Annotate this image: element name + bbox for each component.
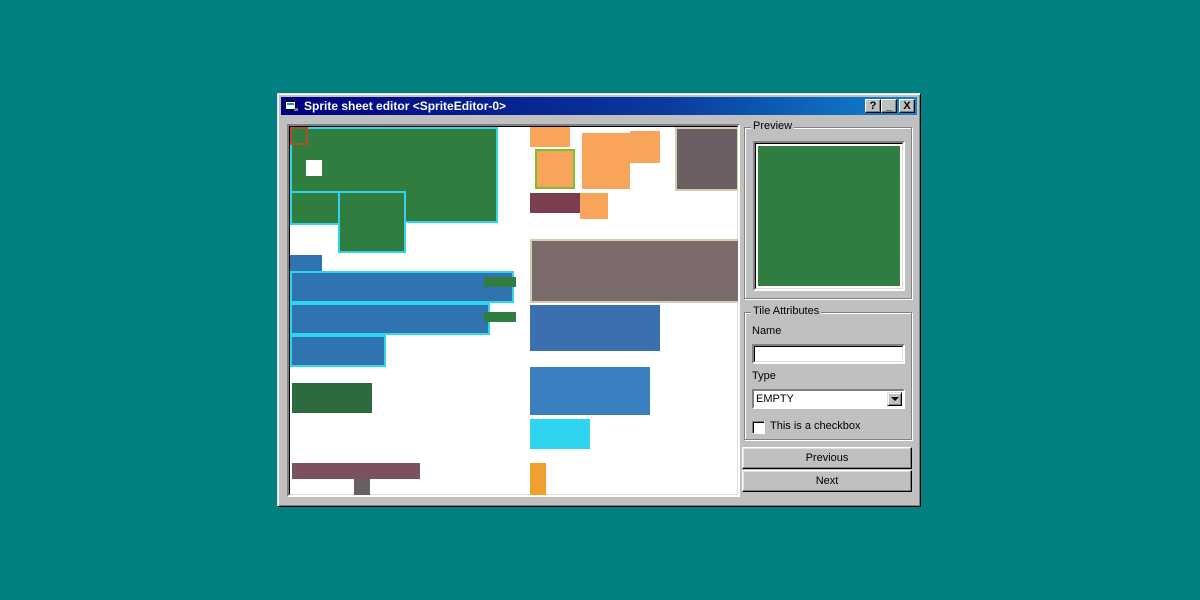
preview-group-label: Preview [751,120,795,132]
grass-hole [306,160,322,176]
checkbox-label[interactable]: This is a checkbox [770,420,860,432]
unit-sprites [530,367,650,415]
title-bar[interactable]: Sprite sheet editor <SpriteEditor-0> ? _… [281,97,917,115]
water-island [484,277,516,287]
water-tiles [290,303,490,335]
sprite-sheet-canvas[interactable] [287,124,740,497]
title-bar-controls: ? _ X [865,99,915,113]
tile-attributes-group: Tile Attributes Name Type EMPTY This is … [744,305,912,440]
next-button[interactable]: Next [742,470,912,492]
grass-tiles [290,191,340,225]
grass-tiles [338,191,406,253]
water-tiles [290,255,322,271]
grass-tile-highlight [290,127,308,145]
sand-tiles [582,133,630,189]
water-tiles [290,271,514,303]
sand-pillar [530,463,546,495]
sand-tiles [530,127,570,147]
type-select[interactable]: EMPTY [752,389,905,409]
stone-tiles [675,127,738,191]
close-button[interactable]: X [899,99,915,113]
chevron-down-icon[interactable] [887,392,902,406]
rock-sprites [292,415,436,451]
preview-frame [753,141,905,291]
preview-tile [758,146,900,286]
brick-tiles [530,193,580,213]
name-input[interactable] [752,344,905,364]
sand-tiles [535,149,575,189]
previous-button[interactable]: Previous [742,447,912,469]
type-label: Type [752,370,776,382]
window-app-icon [285,100,299,112]
sand-tiles [630,131,660,163]
tile-attributes-label: Tile Attributes [751,305,822,317]
sprite-sheet-inner [289,126,738,495]
building-sprites [354,479,370,495]
window-title: Sprite sheet editor <SpriteEditor-0> [304,99,507,113]
road-tiles [530,239,738,303]
water-tiles [290,335,386,367]
name-label: Name [752,325,782,337]
preview-group: Preview [744,120,912,299]
unit-sprites [530,419,590,449]
brick-tiles [580,193,608,219]
attribute-checkbox[interactable] [752,421,765,434]
minimize-button[interactable]: _ [881,99,897,113]
tree-sprites [292,383,372,413]
building-sprites [292,463,420,479]
help-button[interactable]: ? [865,99,881,113]
vehicle-sprites [530,305,660,351]
type-select-value: EMPTY [756,393,794,405]
sprite-editor-window: Sprite sheet editor <SpriteEditor-0> ? _… [277,93,921,507]
water-island [484,312,516,322]
